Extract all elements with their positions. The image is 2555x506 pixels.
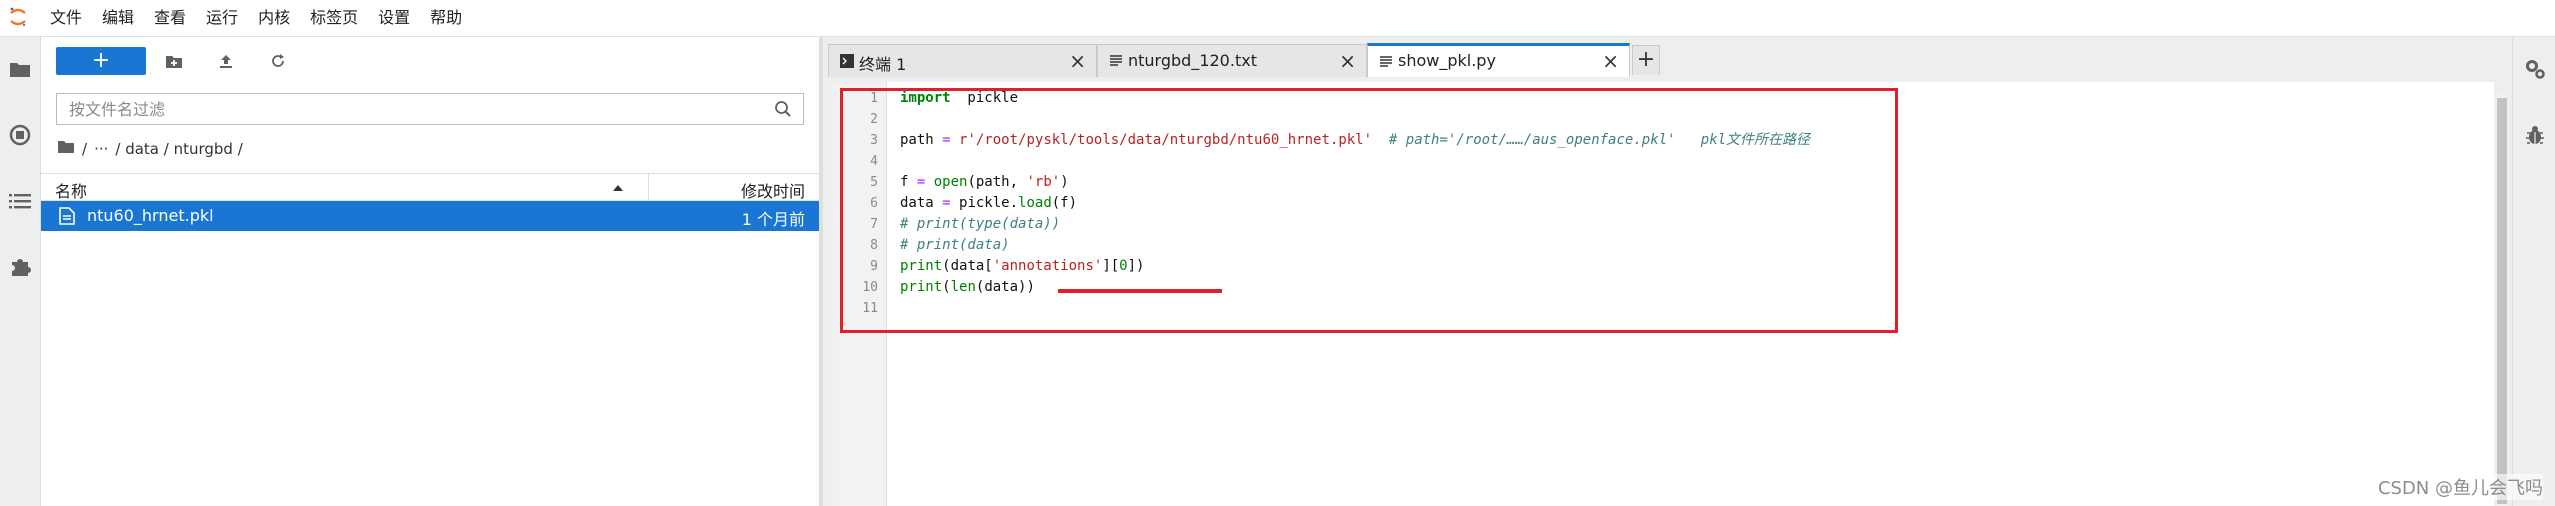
folder-icon[interactable]	[8, 57, 32, 81]
file-icon	[59, 207, 75, 225]
close-icon[interactable]: ×	[1602, 49, 1619, 73]
refresh-icon[interactable]	[268, 51, 288, 71]
text-file-icon	[1378, 54, 1394, 70]
search-icon	[769, 95, 797, 123]
table-of-contents-icon[interactable]	[8, 189, 32, 213]
tab-terminal-1[interactable]: 终端 1 ×	[828, 44, 1097, 77]
new-launcher-button[interactable]: +	[56, 47, 146, 75]
file-list-item[interactable]: ntu60_hrnet.pkl 1 个月前	[41, 201, 819, 231]
extensions-puzzle-icon[interactable]	[8, 255, 32, 279]
menu-help[interactable]: 帮助	[420, 0, 472, 36]
breadcrumb-root[interactable]: /	[82, 140, 87, 158]
left-activity-bar	[0, 37, 41, 506]
tab-label: 终端 1	[859, 55, 907, 74]
tab-nturgbd-120-txt[interactable]: nturgbd_120.txt ×	[1097, 44, 1367, 77]
watermark-text: CSDN @鱼儿会飞吗	[2377, 474, 2543, 500]
menu-file[interactable]: 文件	[40, 0, 92, 36]
menu-settings[interactable]: 设置	[368, 0, 420, 36]
file-browser-panel: + / ··· / data / nturgbd / 名称 修改时间	[41, 37, 823, 506]
menu-bar: 文件 编辑 查看 运行 内核 标签页 设置 帮助	[0, 0, 2555, 37]
menu-kernel[interactable]: 内核	[248, 0, 300, 36]
file-browser-toolbar: +	[41, 37, 819, 85]
column-header-name[interactable]: 名称	[55, 178, 87, 202]
menu-edit[interactable]: 编辑	[92, 0, 144, 36]
annotation-highlight-box	[840, 88, 1898, 333]
tab-label: show_pkl.py	[1398, 51, 1496, 70]
tab-show-pkl-py[interactable]: show_pkl.py ×	[1367, 43, 1630, 77]
file-filter-input[interactable]	[67, 94, 769, 124]
new-folder-icon[interactable]	[164, 51, 184, 71]
scrollbar-thumb[interactable]	[2497, 98, 2507, 504]
menu-run[interactable]: 运行	[196, 0, 248, 36]
text-file-icon	[1108, 53, 1124, 69]
close-icon[interactable]: ×	[1339, 49, 1356, 73]
close-icon[interactable]: ×	[1069, 49, 1086, 73]
file-list-header: 名称 修改时间	[41, 173, 819, 201]
add-tab-button[interactable]: +	[1632, 45, 1660, 75]
property-inspector-gears-icon[interactable]	[2523, 57, 2547, 81]
debugger-bug-icon[interactable]	[2523, 123, 2547, 147]
column-header-modified[interactable]: 修改时间	[741, 178, 805, 202]
jupyter-logo-icon[interactable]	[0, 0, 40, 36]
breadcrumb-home-folder-icon[interactable]	[57, 140, 75, 158]
menu-tabs[interactable]: 标签页	[300, 0, 368, 36]
breadcrumb: / ··· / data / nturgbd /	[57, 137, 250, 161]
annotation-underline	[1058, 289, 1222, 293]
running-kernels-icon[interactable]	[8, 123, 32, 147]
terminal-icon	[839, 53, 855, 69]
right-activity-bar	[2512, 37, 2555, 506]
editor-vertical-scrollbar[interactable]	[2495, 92, 2509, 506]
breadcrumb-ellipsis[interactable]: ···	[94, 140, 108, 158]
column-divider[interactable]	[648, 174, 649, 200]
file-modified-time: 1 个月前	[741, 210, 805, 229]
upload-icon[interactable]	[216, 51, 236, 71]
tab-label: nturgbd_120.txt	[1128, 51, 1257, 70]
menu-view[interactable]: 查看	[144, 0, 196, 36]
file-name: ntu60_hrnet.pkl	[87, 206, 214, 225]
sort-ascending-icon[interactable]	[613, 185, 623, 191]
file-filter-box	[56, 93, 804, 125]
document-tab-bar: 终端 1 × nturgbd_120.txt × show_pkl.py × +	[823, 37, 2512, 77]
breadcrumb-path[interactable]: / data / nturgbd /	[115, 140, 242, 158]
